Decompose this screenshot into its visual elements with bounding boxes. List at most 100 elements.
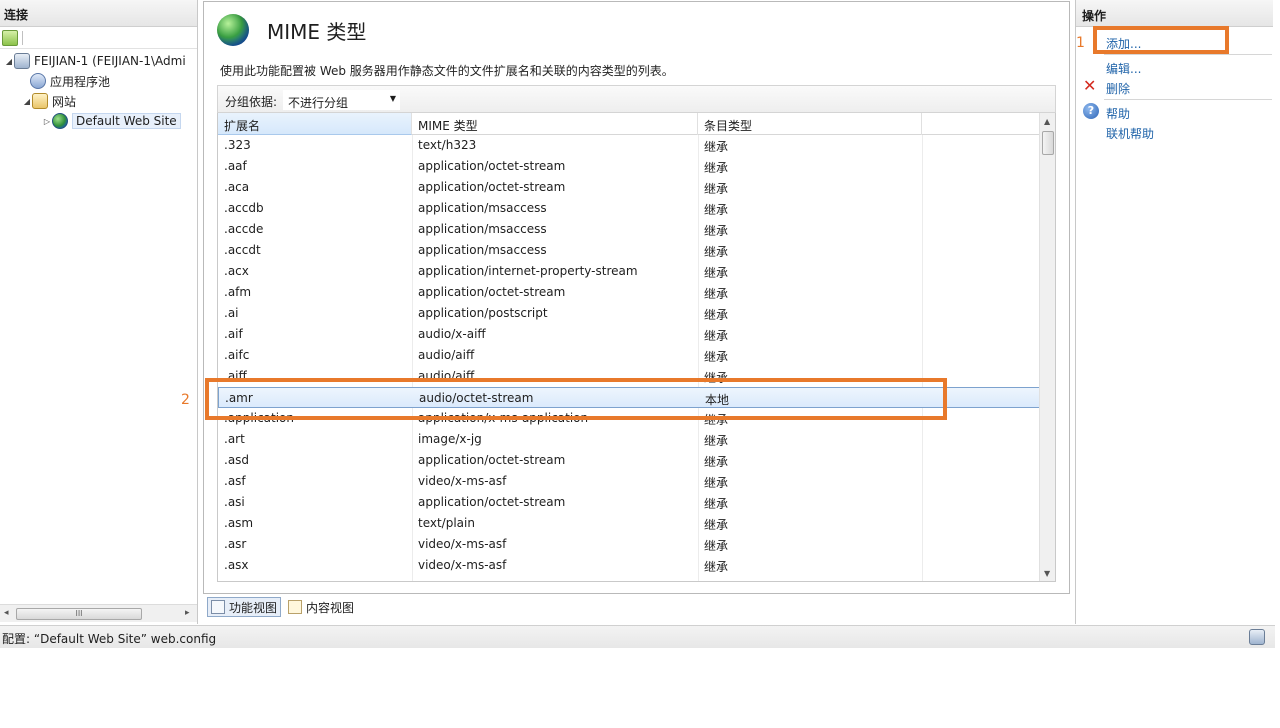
status-bar: 配置: “Default Web Site” web.config — [0, 625, 1275, 648]
remove-action-link[interactable]: 删除 — [1106, 80, 1130, 97]
cell-mime-type: application/internet-property-stream — [418, 264, 638, 278]
table-row[interactable]: .aaf application/octet-stream 继承 — [218, 156, 1041, 177]
scroll-down-icon[interactable]: ▼ — [1044, 569, 1050, 578]
edit-action-link[interactable]: 编辑... — [1106, 60, 1141, 77]
vertical-scrollbar[interactable]: ▲ ▼ — [1039, 113, 1055, 581]
cell-mime-type: audio/aiff — [418, 348, 475, 362]
help-action-link[interactable]: 帮助 — [1106, 105, 1130, 122]
table-row[interactable]: .aif audio/x-aiff 继承 — [218, 324, 1041, 345]
tree-label-sites: 网站 — [52, 94, 77, 109]
table-row[interactable]: .asx video/x-ms-asf 继承 — [218, 555, 1041, 576]
cell-mime-type: video/x-ms-asf — [418, 558, 507, 572]
group-by-value: 不进行分组 — [288, 96, 349, 110]
dropdown-arrow-icon[interactable]: ▼ — [390, 94, 396, 103]
tree-node-server[interactable]: ◢ FEIJIAN-1 (FEIJIAN-1\Admi — [4, 51, 186, 71]
cell-mime-type: application/octet-stream — [418, 285, 566, 299]
column-header-label: 扩展名 — [224, 119, 261, 133]
sort-ascending-icon: ^ — [310, 113, 318, 119]
table-row[interactable]: .accdb application/msaccess 继承 — [218, 198, 1041, 219]
column-header-entry-type[interactable]: 条目类型 — [698, 113, 922, 135]
cell-extension: .asd — [224, 453, 250, 467]
cell-mime-type: video/x-ms-asf — [418, 537, 507, 551]
connect-icon[interactable] — [2, 29, 18, 46]
server-status-icon — [1249, 629, 1265, 645]
cell-mime-type: application/octet-stream — [418, 159, 566, 173]
scroll-up-icon[interactable]: ▲ — [1044, 117, 1050, 126]
table-row[interactable]: .afm application/octet-stream 继承 — [218, 282, 1041, 303]
cell-entry-type: 继承 — [704, 497, 729, 511]
cell-mime-type: application/octet-stream — [418, 453, 566, 467]
cell-extension: .aca — [224, 180, 250, 194]
table-body: .323 text/h323 继承 .aaf application/octet-str… — [218, 135, 1041, 581]
connections-panel: 连接 ◢ FEIJIAN-1 (FEIJIAN-1\Admi 应用程序池 ◢ 网… — [0, 0, 198, 624]
table-row[interactable]: .asr video/x-ms-asf 继承 — [218, 534, 1041, 555]
tree-node-default-site[interactable]: ▷ Default Web Site — [42, 111, 181, 131]
table-row[interactable]: .323 text/h323 继承 — [218, 135, 1041, 156]
cell-extension: .art — [224, 432, 245, 446]
annotation-number-1: 1 — [1076, 35, 1085, 51]
table-row[interactable]: .aca application/octet-stream 继承 — [218, 177, 1041, 198]
cell-entry-type: 继承 — [704, 308, 729, 322]
cell-entry-type: 继承 — [704, 203, 729, 217]
column-header-label: 条目类型 — [704, 119, 753, 133]
view-tabs: 功能视图 内容视图 — [207, 597, 357, 619]
table-row[interactable]: .art image/x-jg 继承 — [218, 429, 1041, 450]
tree-node-app-pools[interactable]: 应用程序池 — [30, 71, 110, 91]
cell-entry-type: 继承 — [704, 329, 729, 343]
cell-extension: .323 — [224, 138, 251, 152]
annotation-box-add — [1093, 26, 1229, 54]
delete-icon: ✕ — [1083, 76, 1097, 95]
page-title: MIME 类型 — [267, 20, 367, 44]
table-row[interactable]: .accde application/msaccess 继承 — [218, 219, 1041, 240]
cell-extension: .aif — [224, 327, 243, 341]
scroll-left-icon[interactable]: ◂ — [4, 608, 9, 618]
cell-entry-type: 继承 — [704, 182, 729, 196]
cell-entry-type: 继承 — [704, 455, 729, 469]
table-row[interactable]: .acx application/internet-property-stream… — [218, 261, 1041, 282]
column-header-extension[interactable]: ^ 扩展名 — [218, 113, 412, 135]
column-header-mime[interactable]: MIME 类型 — [412, 113, 698, 135]
cell-mime-type: image/x-jg — [418, 432, 482, 446]
cell-mime-type: application/octet-stream — [418, 495, 566, 509]
collapse-arrow-icon[interactable]: ◢ — [22, 97, 32, 106]
cell-entry-type: 继承 — [704, 539, 729, 553]
table-row[interactable]: .aifc audio/aiff 继承 — [218, 345, 1041, 366]
table-row[interactable]: .ai application/postscript 继承 — [218, 303, 1041, 324]
toolbar-separator — [22, 30, 23, 45]
connections-toolbar — [0, 27, 197, 49]
scroll-right-icon[interactable]: ▸ — [185, 608, 190, 618]
online-help-action-link[interactable]: 联机帮助 — [1106, 125, 1154, 142]
cell-extension: .accdb — [224, 201, 264, 215]
cell-mime-type: application/octet-stream — [418, 180, 566, 194]
cell-extension: .aifc — [224, 348, 250, 362]
collapse-arrow-icon[interactable]: ◢ — [4, 57, 14, 66]
expand-arrow-icon[interactable]: ▷ — [42, 117, 52, 126]
content-view-icon — [288, 600, 303, 614]
group-by-select[interactable]: 不进行分组 ▼ — [283, 90, 400, 110]
cell-mime-type: application/postscript — [418, 306, 548, 320]
table-row[interactable]: .asf video/x-ms-asf 继承 — [218, 471, 1041, 492]
table-row[interactable]: .asm text/plain 继承 — [218, 513, 1041, 534]
sites-folder-icon — [32, 93, 48, 109]
table-row[interactable]: .asd application/octet-stream 继承 — [218, 450, 1041, 471]
scroll-thumb[interactable]: III — [16, 608, 142, 620]
feature-panel: MIME 类型 使用此功能配置被 Web 服务器用作静态文件的文件扩展名和关联的… — [203, 1, 1070, 594]
actions-divider — [1104, 99, 1272, 100]
tab-content-view[interactable]: 内容视图 — [285, 597, 357, 617]
tab-features-view[interactable]: 功能视图 — [207, 597, 282, 617]
tree-label-app-pools: 应用程序池 — [50, 74, 111, 89]
connections-header: 连接 — [0, 0, 197, 27]
annotation-box-row — [205, 378, 947, 420]
status-text: 配置: “Default Web Site” web.config — [2, 632, 217, 646]
actions-divider — [1104, 54, 1272, 55]
help-icon: ? — [1083, 103, 1099, 119]
tree-node-sites[interactable]: ◢ 网站 — [22, 91, 76, 111]
column-header-label: MIME 类型 — [418, 119, 478, 133]
cell-extension: .asi — [224, 495, 245, 509]
table-row[interactable]: .asi application/octet-stream 继承 — [218, 492, 1041, 513]
horizontal-scrollbar[interactable]: ◂ III ▸ — [0, 604, 197, 622]
cell-mime-type: application/msaccess — [418, 201, 547, 215]
scroll-thumb[interactable] — [1042, 131, 1054, 155]
scroll-grip: III — [75, 609, 83, 618]
table-row[interactable]: .accdt application/msaccess 继承 — [218, 240, 1041, 261]
